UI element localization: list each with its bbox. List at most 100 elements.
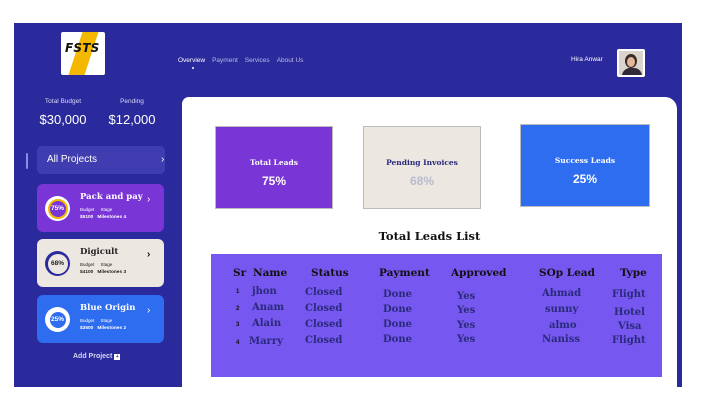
kpi-label: Pending Invoices xyxy=(386,158,458,167)
table-cell-type: Hotel xyxy=(614,307,645,318)
project-name: Digicult xyxy=(80,247,119,257)
progress-percent: 25% xyxy=(47,309,68,330)
col-header-type: Type xyxy=(620,267,647,279)
table-cell-sop-lead: sunny xyxy=(545,304,579,315)
pending-stat: Pending $12,000 xyxy=(102,98,162,127)
budget-label: Budget xyxy=(80,318,95,323)
brand-logo[interactable]: FSTS xyxy=(61,32,105,75)
user-name[interactable]: Hira Anwar xyxy=(571,56,603,63)
project-name: Pack and pay xyxy=(80,192,143,202)
table-cell-payment: Done xyxy=(383,304,412,315)
kpi-value: 75% xyxy=(261,174,287,188)
progress-ring: 75% xyxy=(45,196,70,221)
table-cell-name: jhon xyxy=(252,286,277,297)
nav-payment[interactable]: Payment xyxy=(212,57,238,64)
table-cell-approved: Yes xyxy=(457,320,476,331)
plus-icon: + xyxy=(114,353,121,360)
table-cell-approved: Yes xyxy=(457,291,476,302)
main-panel: Total Leads 75% Pending Invoices 68% Suc… xyxy=(182,97,677,387)
total-budget-value: $30,000 xyxy=(39,112,87,127)
milestone-value: Milestones 4 xyxy=(97,215,127,220)
progress-percent: 68% xyxy=(47,253,68,274)
project-meta-labels: Budget Stage xyxy=(80,262,112,267)
col-header-approved: Approved xyxy=(451,267,507,279)
table-cell-sr: 3 xyxy=(236,322,240,328)
budget-value: $5100 xyxy=(80,215,94,220)
table-cell-approved: Yes xyxy=(457,305,476,316)
kpi-success-leads[interactable]: Success Leads 25% xyxy=(520,124,650,207)
col-header-sop-lead: SOp Lead xyxy=(539,267,595,279)
table-cell-status: Closed xyxy=(305,319,343,330)
avatar-face xyxy=(627,57,635,67)
table-cell-approved: Yes xyxy=(457,334,476,345)
project-meta-labels: Budget Stage xyxy=(80,207,112,212)
chevron-right-icon: › xyxy=(147,305,151,316)
progress-ring: 25% xyxy=(45,307,70,332)
avatar-body xyxy=(622,68,642,75)
active-indicator xyxy=(26,153,28,169)
project-card-blue-origin[interactable]: 25% Blue Origin Budget Stage $3500 Miles… xyxy=(37,295,164,343)
all-projects-button[interactable]: All Projects › xyxy=(37,146,165,174)
col-header-sr: Sr xyxy=(233,267,247,279)
table-cell-status: Closed xyxy=(305,303,343,314)
table-cell-name: Anam xyxy=(252,302,285,313)
table-cell-payment: Done xyxy=(383,319,412,330)
col-header-name: Name xyxy=(253,267,288,279)
add-project-label: Add Project xyxy=(73,353,113,360)
table-cell-name: Marry xyxy=(249,336,283,347)
chevron-right-icon: › xyxy=(147,194,151,205)
budget-value: $4100 xyxy=(80,270,94,275)
kpi-total-leads[interactable]: Total Leads 75% xyxy=(215,126,333,209)
chevron-right-icon: › xyxy=(161,154,165,165)
stage-label: Stage xyxy=(100,318,113,323)
pending-label: Pending xyxy=(120,98,144,105)
kpi-value: 25% xyxy=(572,172,598,186)
project-card-pack-and-pay[interactable]: 75% Pack and pay Budget Stage $5100 Mile… xyxy=(37,184,164,232)
project-meta-labels: Budget Stage xyxy=(80,318,112,323)
total-budget-label: Total Budget xyxy=(44,98,82,105)
project-meta-values: $4100 Milestones 3 xyxy=(80,270,126,275)
table-cell-status: Closed xyxy=(305,335,343,346)
milestone-value: Milestones 3 xyxy=(97,270,127,275)
user-avatar[interactable] xyxy=(617,49,645,77)
project-name: Blue Origin xyxy=(80,303,136,313)
budget-label: Budget xyxy=(80,262,95,267)
progress-percent: 75% xyxy=(47,198,68,219)
table-cell-name: Alain xyxy=(252,318,282,329)
table-cell-type: Flight xyxy=(612,335,646,346)
col-header-status: Status xyxy=(311,267,349,279)
all-projects-label: All Projects xyxy=(47,154,98,165)
kpi-value: 68% xyxy=(409,174,435,188)
top-nav: Overview Payment Services About Us xyxy=(178,57,304,69)
leads-list-title: Total Leads List xyxy=(378,229,481,243)
table-cell-sop-lead: almo xyxy=(549,320,577,331)
budget-value: $3500 xyxy=(80,326,94,331)
nav-overview[interactable]: Overview xyxy=(178,57,205,69)
budget-label: Budget xyxy=(80,207,95,212)
app-frame: FSTS Overview Payment Services About Us … xyxy=(14,23,682,387)
table-cell-status: Closed xyxy=(305,287,343,298)
col-header-payment: Payment xyxy=(379,267,430,279)
milestone-value: Milestones 2 xyxy=(97,326,127,331)
table-cell-type: Flight xyxy=(612,289,646,300)
stage-label: Stage xyxy=(100,262,113,267)
kpi-pending-invoices[interactable]: Pending Invoices 68% xyxy=(363,126,481,209)
stage-label: Stage xyxy=(100,207,113,212)
project-meta-values: $5100 Milestones 4 xyxy=(80,215,126,220)
table-cell-type: Visa xyxy=(618,321,642,332)
progress-ring: 68% xyxy=(45,251,70,276)
pending-value: $12,000 xyxy=(108,112,156,127)
kpi-label: Success Leads xyxy=(554,156,616,165)
table-cell-payment: Done xyxy=(383,334,412,345)
table-cell-sr: 1 xyxy=(236,289,240,295)
project-card-digicult[interactable]: 68% Digicult Budget Stage $4100 Mileston… xyxy=(37,239,164,287)
nav-about-us[interactable]: About Us xyxy=(277,57,304,64)
table-cell-sop-lead: Naniss xyxy=(542,334,580,345)
table-cell-sop-lead: Ahmad xyxy=(542,288,582,299)
add-project-button[interactable]: Add Project + xyxy=(73,353,121,360)
table-cell-sr: 2 xyxy=(236,306,240,312)
leads-table: Sr Name Status Payment Approved SOp Lead… xyxy=(211,254,662,377)
nav-services[interactable]: Services xyxy=(245,57,270,64)
kpi-label: Total Leads xyxy=(250,158,298,167)
logo-text: FSTS xyxy=(65,41,100,55)
